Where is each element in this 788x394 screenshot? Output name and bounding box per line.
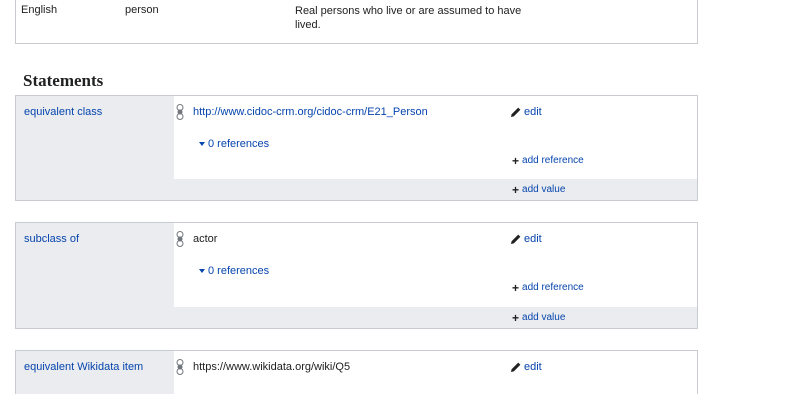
plus-icon: + bbox=[512, 310, 520, 325]
edit-button[interactable]: edit bbox=[510, 106, 542, 118]
term-label: person bbox=[125, 4, 159, 16]
statement-value[interactable]: https://www.wikidata.org/wiki/Q5 bbox=[193, 361, 350, 373]
add-value-button[interactable]: + add value bbox=[512, 310, 566, 325]
term-language: English bbox=[21, 4, 58, 16]
add-value-label: add value bbox=[522, 312, 566, 323]
add-reference-label: add reference bbox=[522, 155, 584, 166]
property-cell: equivalent class bbox=[16, 96, 174, 200]
property-link[interactable]: equivalent class bbox=[24, 106, 102, 118]
statements-heading: Statements bbox=[23, 71, 104, 90]
plus-icon: + bbox=[512, 153, 520, 168]
caret-down-icon bbox=[199, 269, 205, 273]
references-label: 0 references bbox=[208, 138, 270, 150]
add-reference-button[interactable]: + add reference bbox=[512, 280, 584, 295]
references-toggle[interactable]: 0 references bbox=[199, 265, 269, 277]
edit-label: edit bbox=[524, 106, 542, 118]
references-label: 0 references bbox=[208, 265, 270, 277]
pencil-icon bbox=[511, 107, 521, 117]
add-value-button[interactable]: + add value bbox=[512, 182, 566, 197]
term-description: Real persons who live or are assumed to … bbox=[295, 5, 522, 31]
rank-normal-icon[interactable] bbox=[176, 231, 184, 247]
references-toggle[interactable]: 0 references bbox=[199, 138, 269, 150]
property-cell: equivalent Wikidata item bbox=[16, 351, 174, 394]
edit-label: edit bbox=[524, 361, 542, 373]
pencil-icon bbox=[511, 362, 521, 372]
property-link[interactable]: subclass of bbox=[24, 233, 79, 245]
edit-label: edit bbox=[524, 233, 542, 245]
add-value-label: add value bbox=[522, 184, 566, 195]
add-value-bar: + add value bbox=[174, 307, 697, 328]
add-reference-button[interactable]: + add reference bbox=[512, 153, 584, 168]
add-reference-label: add reference bbox=[522, 282, 584, 293]
plus-icon: + bbox=[512, 182, 520, 197]
term-row: English person Real persons who live or … bbox=[15, 0, 698, 44]
edit-button[interactable]: edit bbox=[510, 361, 542, 373]
statement-group-subclass-of: subclass of actor edit 0 references + ad… bbox=[15, 222, 698, 329]
statement-value[interactable]: http://www.cidoc-crm.org/cidoc-crm/E21_P… bbox=[193, 106, 428, 118]
property-link[interactable]: equivalent Wikidata item bbox=[24, 361, 143, 373]
statement-group-equivalent-wikidata-item: equivalent Wikidata item https://www.wik… bbox=[15, 350, 698, 394]
plus-icon: + bbox=[512, 280, 520, 295]
statement-value[interactable]: actor bbox=[193, 233, 217, 245]
pencil-icon bbox=[511, 234, 521, 244]
rank-normal-icon[interactable] bbox=[176, 104, 184, 120]
property-cell: subclass of bbox=[16, 223, 174, 328]
statement-group-equivalent-class: equivalent class http://www.cidoc-crm.or… bbox=[15, 95, 698, 201]
caret-down-icon bbox=[199, 142, 205, 146]
add-value-bar: + add value bbox=[174, 179, 697, 200]
rank-normal-icon[interactable] bbox=[176, 359, 184, 375]
edit-button[interactable]: edit bbox=[510, 233, 542, 245]
